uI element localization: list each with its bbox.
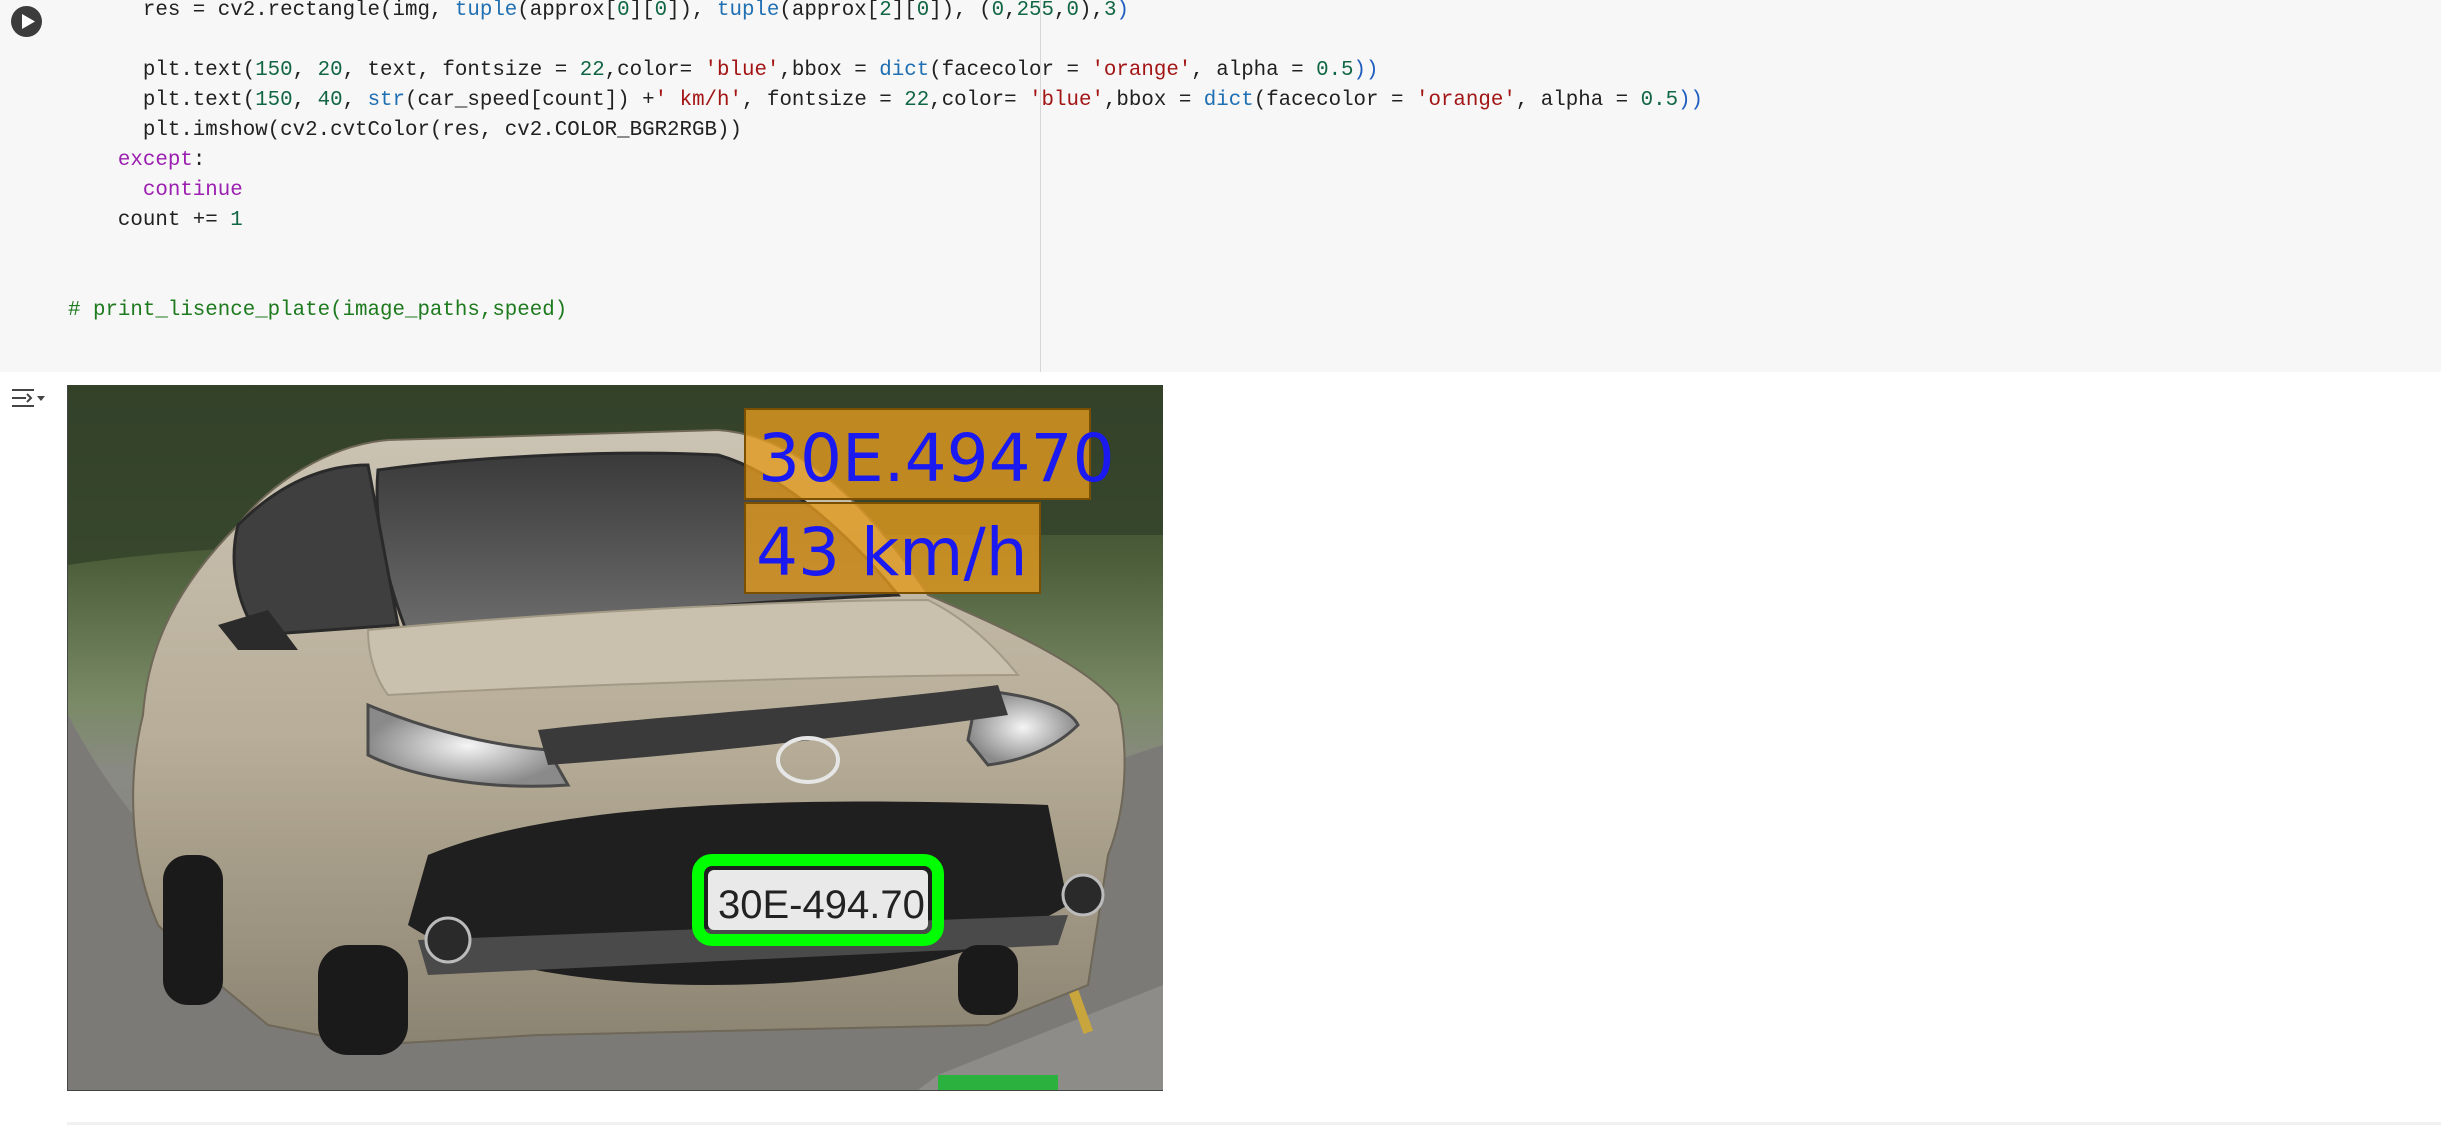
code-token: plt.imshow(cv2.cvtColor(res, cv2.COLOR_B…: [68, 119, 742, 142]
code-token: plt.text(: [68, 59, 256, 82]
code-token: ]), (: [929, 0, 992, 22]
code-token: except: [117, 149, 193, 172]
code-token: ,: [342, 89, 368, 112]
code-token: 22: [579, 59, 605, 82]
output-actions-icon[interactable]: [10, 384, 46, 414]
code-token: ][: [629, 0, 655, 22]
code-token: ][: [891, 0, 917, 22]
code-token: ,: [1054, 0, 1067, 22]
code-token: 0: [991, 0, 1005, 22]
code-line: count += 1: [68, 208, 243, 234]
code-line: plt.text(150, 20, text, fontsize = 22,co…: [68, 58, 1379, 84]
code-token: # print_lisence_plate(image_paths,speed): [68, 299, 568, 322]
code-token: 2: [879, 0, 892, 22]
code-token: , text, fontsize =: [342, 59, 580, 82]
line-length-ruler: [1040, 0, 1041, 372]
code-token: 0.5: [1316, 59, 1354, 82]
code-token: ,bbox =: [779, 59, 880, 82]
code-token: 1: [230, 209, 243, 232]
code-token: str: [367, 89, 406, 112]
plate-annotation-text: 30E.49470: [758, 420, 1115, 497]
code-token: 150: [255, 59, 293, 82]
code-token: tuple: [454, 0, 518, 22]
code-token: (approx[: [779, 0, 880, 22]
code-token: plt.text(: [68, 89, 256, 112]
code-token: 0: [916, 0, 930, 22]
code-token: 22: [904, 89, 930, 112]
code-token: ),: [1078, 0, 1104, 22]
code-token: 3: [1103, 0, 1117, 22]
code-token: ,color=: [929, 89, 1030, 112]
code-token: , fontsize =: [742, 89, 905, 112]
code-cell[interactable]: res = cv2.rectangle(img, tuple(approx[0]…: [0, 0, 2441, 372]
output-figure: 30E-494.70 30E.49470 43 km/h: [67, 385, 1163, 1091]
code-token: )): [1678, 89, 1704, 112]
code-line: plt.text(150, 40, str(car_speed[count]) …: [68, 88, 1703, 114]
code-token: (facecolor =: [929, 59, 1092, 82]
code-token: (approx[: [517, 0, 618, 22]
code-token: 'orange': [1091, 59, 1192, 82]
code-line: except:: [68, 148, 205, 174]
code-line: plt.imshow(cv2.cvtColor(res, cv2.COLOR_B…: [68, 118, 742, 144]
code-token: ): [1116, 0, 1129, 22]
code-token: 150: [255, 89, 293, 112]
code-token: , alpha =: [1515, 89, 1641, 112]
code-token: ]),: [667, 0, 717, 22]
code-editor[interactable]: res = cv2.rectangle(img, tuple(approx[0]…: [0, 0, 1703, 372]
code-line: res = cv2.rectangle(img, tuple(approx[0]…: [68, 0, 1129, 24]
code-token: ' km/h': [654, 89, 742, 112]
code-token: dict: [1203, 89, 1254, 112]
code-token: dict: [879, 59, 930, 82]
code-token: ,color=: [604, 59, 705, 82]
code-token: res = cv2.rectangle(img,: [68, 0, 455, 22]
code-token: , alpha =: [1191, 59, 1317, 82]
code-token: continue: [142, 179, 243, 202]
code-line: continue: [68, 178, 243, 204]
code-token: 0: [617, 0, 630, 22]
code-token: count +=: [68, 209, 231, 232]
code-token: (car_speed[count]) +: [405, 89, 655, 112]
car-plate-image: 30E-494.70 30E.49470 43 km/h: [68, 385, 1163, 1090]
code-token: 255: [1016, 0, 1055, 22]
code-token: 40: [317, 89, 343, 112]
code-token: 'orange': [1415, 89, 1516, 112]
code-token: ,bbox =: [1103, 89, 1204, 112]
code-token: 'blue': [704, 59, 780, 82]
code-token: 0: [1066, 0, 1079, 22]
code-line: # print_lisence_plate(image_paths,speed): [68, 298, 567, 324]
code-token: tuple: [717, 0, 780, 22]
code-token: 0.5: [1640, 89, 1679, 112]
code-token: ,: [1004, 0, 1017, 22]
code-token: :: [192, 149, 206, 172]
code-token: )): [1353, 59, 1379, 82]
code-token: (facecolor =: [1253, 89, 1416, 112]
code-token: ,: [292, 59, 318, 82]
code-token: 20: [317, 59, 343, 82]
code-token: ,: [292, 89, 318, 112]
code-token: 0: [654, 0, 668, 22]
speed-annotation-text: 43 km/h: [756, 514, 1028, 591]
plate-on-car-text: 30E-494.70: [718, 883, 925, 927]
